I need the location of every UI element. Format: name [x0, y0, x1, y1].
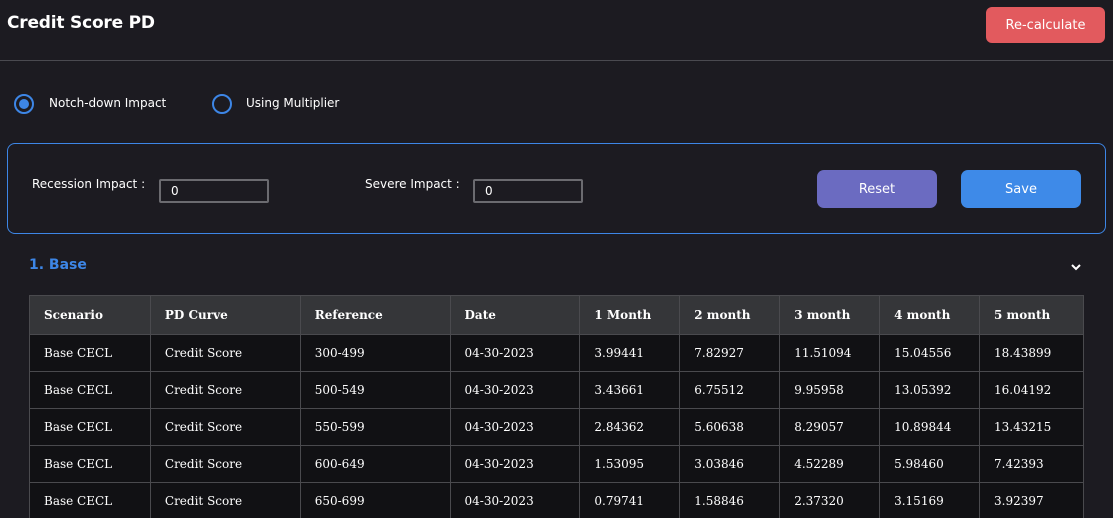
table-cell: Base CECL [29, 408, 151, 446]
table-cell: 15.04556 [879, 334, 980, 372]
column-header[interactable]: 3 month [779, 295, 881, 335]
save-button[interactable]: Save [961, 170, 1081, 208]
pd-table: Scenario PD Curve Reference Date 1 Month 2 mo… [29, 295, 1084, 518]
table-cell: 2.84362 [579, 408, 681, 446]
table-cell: 10.89844 [879, 408, 980, 446]
chevron-down-icon[interactable] [1070, 261, 1082, 273]
table-cell: 16.04192 [979, 371, 1084, 409]
page-title: Credit Score PD [7, 13, 155, 33]
recalculate-button[interactable]: Re-calculate [986, 7, 1105, 43]
column-header[interactable]: 2 month [679, 295, 781, 335]
table-cell: 6.75512 [679, 371, 781, 409]
pd-table-container[interactable]: Scenario PD Curve Reference Date 1 Month 2 mo… [29, 295, 1084, 518]
table-cell: Base CECL [29, 371, 151, 409]
recession-impact-input[interactable]: 0 [159, 179, 269, 203]
table-cell: 3.15169 [879, 482, 980, 518]
table-cell: Credit Score [149, 408, 301, 446]
notch-down-radio[interactable] [14, 94, 34, 114]
table-cell: 04-30-2023 [449, 445, 581, 483]
column-header[interactable]: Reference [299, 295, 451, 335]
notch-down-label[interactable]: Notch-down Impact [49, 96, 166, 110]
table-cell: Base CECL [29, 334, 151, 372]
table-cell: 3.43661 [579, 371, 681, 409]
table-cell: 3.99441 [579, 334, 681, 372]
table-cell: Base CECL [29, 482, 151, 518]
reset-button[interactable]: Reset [817, 170, 937, 208]
table-cell: 8.29057 [779, 408, 881, 446]
table-row[interactable]: Base CECL Credit Score 550-599 04-30-2023 2.… [29, 408, 1084, 446]
table-cell: 2.37320 [779, 482, 881, 518]
table-cell: 300-499 [299, 334, 451, 372]
column-header[interactable]: 5 month [979, 295, 1084, 335]
page-header: Credit Score PD Re-calculate [0, 0, 1113, 61]
table-cell: 0.79741 [579, 482, 681, 518]
severe-impact-input[interactable]: 0 [473, 179, 583, 203]
table-cell: 500-549 [299, 371, 451, 409]
table-cell: 5.98460 [879, 445, 980, 483]
table-header-row: Scenario PD Curve Reference Date 1 Month 2 mo… [29, 295, 1084, 335]
column-header[interactable]: 4 month [879, 295, 980, 335]
table-cell: Credit Score [149, 482, 301, 518]
table-cell: 13.05392 [879, 371, 980, 409]
radio-selected-dot [19, 99, 29, 109]
column-header[interactable]: Scenario [29, 295, 151, 335]
table-cell: 04-30-2023 [449, 482, 581, 518]
table-cell: 4.52289 [779, 445, 881, 483]
table-row[interactable]: Base CECL Credit Score 600-649 04-30-2023 1.… [29, 445, 1084, 483]
recession-impact-label: Recession Impact : [32, 177, 146, 191]
table-cell: 1.58846 [679, 482, 781, 518]
table-cell: 7.82927 [679, 334, 781, 372]
table-body: Base CECL Credit Score 300-499 04-30-2023 3.… [29, 334, 1084, 518]
table-row[interactable]: Base CECL Credit Score 500-549 04-30-2023 3.… [29, 371, 1084, 409]
multiplier-radio[interactable] [212, 94, 232, 114]
section-title[interactable]: 1. Base [29, 257, 87, 273]
table-cell: 3.92397 [979, 482, 1084, 518]
table-cell: Credit Score [149, 371, 301, 409]
impact-panel: Recession Impact : 0 Severe Impact : 0 R… [7, 143, 1106, 234]
table-cell: 18.43899 [979, 334, 1084, 372]
column-header[interactable]: Date [449, 295, 581, 335]
table-cell: Credit Score [149, 334, 301, 372]
table-cell: 650-699 [299, 482, 451, 518]
table-cell: Base CECL [29, 445, 151, 483]
table-cell: 1.53095 [579, 445, 681, 483]
table-cell: 7.42393 [979, 445, 1084, 483]
multiplier-label[interactable]: Using Multiplier [246, 96, 339, 110]
table-row[interactable]: Base CECL Credit Score 300-499 04-30-2023 3.… [29, 334, 1084, 372]
table-cell: 3.03846 [679, 445, 781, 483]
column-header[interactable]: PD Curve [149, 295, 301, 335]
table-cell: 04-30-2023 [449, 371, 581, 409]
table-row[interactable]: Base CECL Credit Score 650-699 04-30-2023 0.… [29, 482, 1084, 518]
column-header[interactable]: 1 Month [579, 295, 681, 335]
table-cell: Credit Score [149, 445, 301, 483]
severe-impact-label: Severe Impact : [365, 177, 460, 191]
table-cell: 11.51094 [779, 334, 881, 372]
table-cell: 550-599 [299, 408, 451, 446]
table-cell: 04-30-2023 [449, 334, 581, 372]
table-cell: 04-30-2023 [449, 408, 581, 446]
table-cell: 13.43215 [979, 408, 1084, 446]
table-cell: 9.95958 [779, 371, 881, 409]
table-cell: 600-649 [299, 445, 451, 483]
table-cell: 5.60638 [679, 408, 781, 446]
